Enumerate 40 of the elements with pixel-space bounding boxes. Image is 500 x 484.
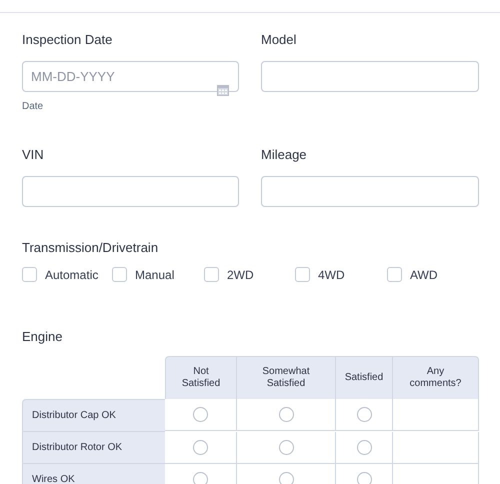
field-label: VIN [22, 147, 45, 163]
column-header: Somewhat Satisfied [237, 356, 336, 399]
date-field[interactable]: MM-DD-YYYY [22, 61, 239, 92]
field-hint: Date [22, 101, 44, 112]
column-header: Not Satisfied [165, 356, 237, 399]
radio-button[interactable] [278, 440, 294, 455]
field-label: Model [261, 32, 298, 48]
text-field[interactable] [22, 176, 239, 207]
checkbox[interactable] [387, 267, 402, 282]
radio-button[interactable] [193, 407, 208, 422]
checkbox[interactable] [112, 267, 127, 282]
row-header: Distributor Cap OK [22, 399, 165, 432]
radio-button[interactable] [193, 472, 208, 484]
row-header: Distributor Rotor OK [22, 432, 165, 464]
checkbox[interactable] [204, 267, 219, 282]
text-field[interactable] [261, 176, 479, 207]
radio-button[interactable] [193, 440, 208, 455]
row-header: Wires OK [22, 464, 165, 484]
radio-button[interactable] [356, 472, 372, 484]
field-label: Inspection Date [22, 32, 114, 48]
comment-cell[interactable] [393, 399, 479, 431]
radio-button[interactable] [356, 440, 372, 455]
text-field[interactable] [261, 61, 479, 92]
checkbox-label[interactable]: Manual [135, 268, 174, 282]
group-label: Transmission/Drivetrain [22, 240, 160, 256]
column-header: Satisfied [336, 356, 393, 399]
checkbox[interactable] [22, 267, 37, 282]
checkbox-label[interactable]: 4WD [318, 268, 345, 282]
checkbox[interactable] [295, 267, 310, 282]
checkbox-label[interactable]: 2WD [227, 268, 254, 282]
radio-button[interactable] [356, 407, 372, 422]
checkbox-label[interactable]: Automatic [45, 268, 98, 282]
comment-cell[interactable] [393, 432, 479, 464]
section-label: Engine [22, 329, 64, 345]
column-header: Any comments? [393, 356, 479, 399]
radio-button[interactable] [278, 472, 294, 484]
radio-button[interactable] [278, 407, 294, 422]
field-label: Mileage [261, 147, 308, 163]
calendar-icon[interactable] [217, 84, 229, 96]
checkbox-label[interactable]: AWD [410, 268, 438, 282]
